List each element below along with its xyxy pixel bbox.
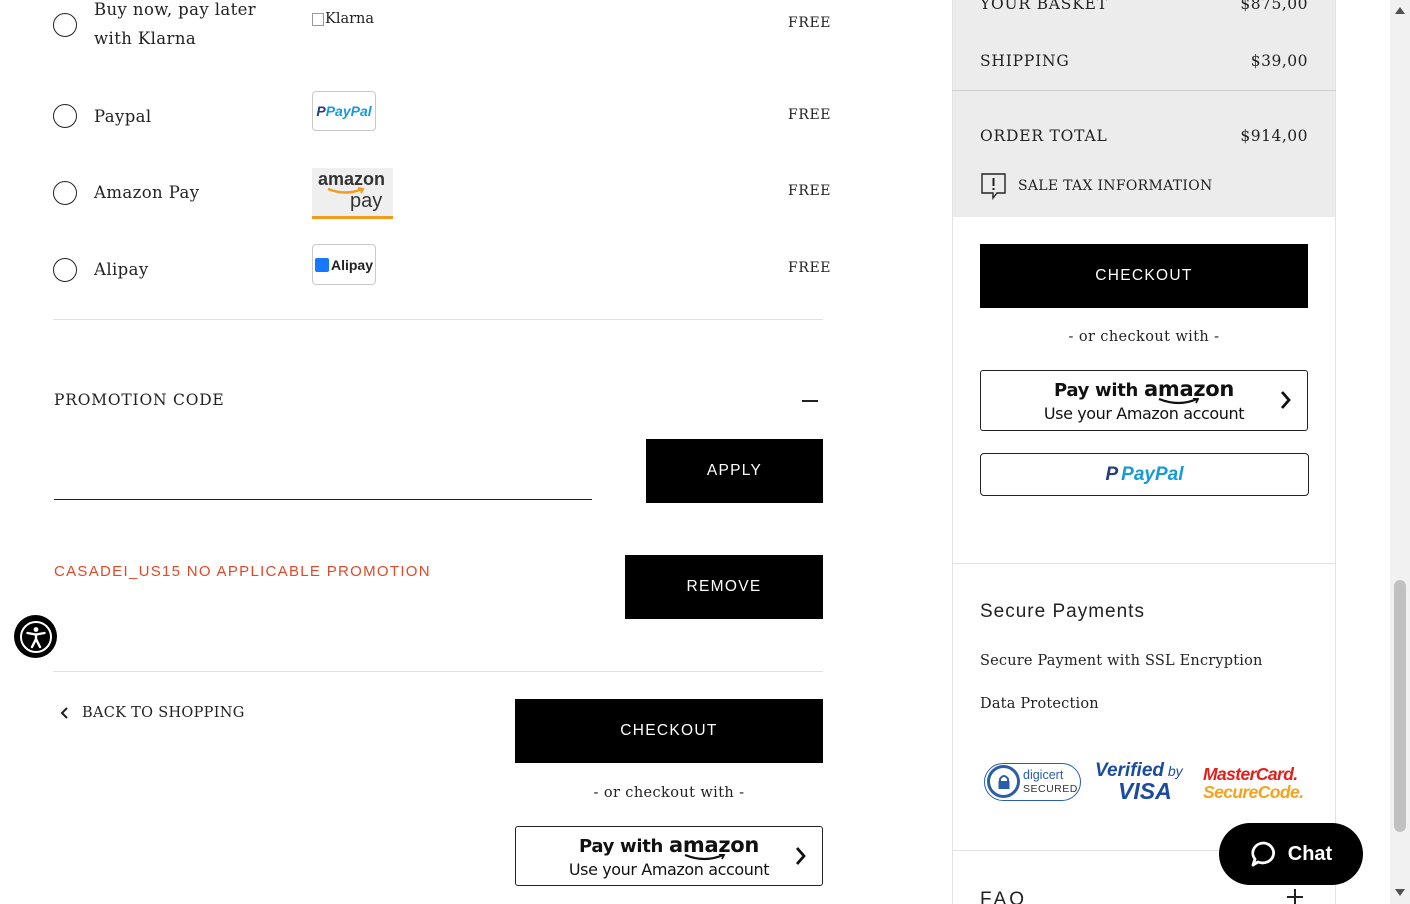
sale-tax-info-label: SALE TAX INFORMATION: [1018, 178, 1213, 194]
basket-label: YOUR BASKET: [980, 0, 1108, 13]
promotion-code-title: PROMOTION CODE: [54, 391, 225, 409]
alipay-logo: Alipay: [312, 244, 376, 285]
promotion-code-input[interactable]: [54, 456, 592, 500]
accessibility-icon: [19, 620, 52, 653]
klarna-label: Buy now, pay later with Klarna: [94, 0, 256, 53]
scrollbar-thumb[interactable]: [1394, 580, 1406, 832]
back-to-shopping-link[interactable]: BACK TO SHOPPING: [58, 705, 245, 721]
chat-button-label: Chat: [1287, 842, 1333, 865]
klarna-label-line2: with Klarna: [94, 29, 197, 48]
apply-button-label: APPLY: [706, 462, 763, 479]
faq-title: FAQ: [980, 889, 1028, 904]
paypal-price: FREE: [788, 107, 832, 123]
amazon-pay-button-line1: Pay with amazon: [578, 833, 760, 857]
scroll-up-arrow-icon[interactable]: [1394, 5, 1406, 15]
chat-button[interactable]: Chat: [1219, 823, 1363, 885]
order-total-value: $914,00: [1240, 127, 1308, 145]
digicert-text: digicert: [1023, 768, 1064, 782]
paypal-logo-text: PPayPal: [316, 103, 372, 119]
klarna-logo: Klarna: [312, 11, 374, 27]
chat-bubble-icon: [1251, 841, 1275, 867]
amazon-pay-label: Amazon Pay: [94, 183, 200, 202]
paypal-logo: PPayPal: [312, 91, 376, 131]
shipping-label: SHIPPING: [980, 52, 1070, 70]
amazon-pay-logo: amazon pay: [312, 168, 393, 219]
paypal-p-icon: P: [1105, 463, 1119, 485]
or-checkout-with-text-sidebar: - or checkout with -: [1068, 329, 1220, 345]
paypal-button-sidebar[interactable]: P PayPal: [980, 453, 1309, 496]
chevron-left-icon: [60, 707, 68, 719]
secure-payments-title: Secure Payments: [980, 601, 1145, 622]
amazon-pay-button-line2: Use your Amazon account: [568, 860, 770, 879]
paypal-button-label: PayPal: [1121, 463, 1184, 485]
radio-alipay[interactable]: [53, 258, 77, 282]
chevron-right-icon: [795, 847, 806, 865]
klarna-logo-alt: Klarna: [325, 11, 375, 27]
paypal-label: Paypal: [94, 107, 152, 126]
basket-value: $875,00: [1240, 0, 1308, 13]
amazon-pay-button-main[interactable]: Pay with amazon Use your Amazon account: [515, 826, 823, 886]
collapse-minus-icon[interactable]: [802, 400, 818, 402]
divider: [952, 90, 1336, 91]
amazon-pay-button-sidebar-line2: Use your Amazon account: [1043, 404, 1245, 423]
divider: [53, 671, 823, 672]
radio-amazon-pay[interactable]: [53, 181, 77, 205]
klarna-price: FREE: [788, 15, 832, 31]
broken-image-icon: [312, 12, 324, 26]
alipay-price: FREE: [788, 260, 832, 276]
radio-klarna[interactable]: [53, 13, 77, 37]
expand-plus-icon[interactable]: [1287, 889, 1303, 904]
verified-by-visa-badge: Verified by VISA: [1095, 760, 1183, 804]
sidebar-right-border: [1335, 0, 1336, 904]
amazon-pay-button-sidebar[interactable]: Pay with amazon Use your Amazon account: [980, 370, 1308, 431]
lock-icon: [987, 765, 1020, 798]
or-checkout-with-text: - or checkout with -: [593, 785, 745, 801]
amazon-pay-button-sidebar-line1: Pay with amazon: [1053, 377, 1235, 401]
alipay-logo-text: Alipay: [330, 256, 373, 273]
divider: [53, 319, 823, 320]
checkout-button-main-label: CHECKOUT: [620, 722, 718, 739]
apply-button[interactable]: APPLY: [646, 439, 823, 503]
order-total-label: ORDER TOTAL: [980, 127, 1108, 145]
shipping-value: $39,00: [1250, 52, 1308, 70]
digicert-secured-text: SECURED: [1023, 783, 1078, 795]
scroll-down-arrow-icon[interactable]: [1394, 888, 1406, 898]
divider: [952, 563, 1336, 564]
checkout-button-sidebar-label: CHECKOUT: [1095, 267, 1193, 284]
klarna-label-line1: Buy now, pay later: [94, 0, 257, 19]
data-protection-text: Data Protection: [980, 696, 1099, 712]
chevron-right-icon: [1280, 391, 1291, 409]
checkout-button-main[interactable]: CHECKOUT: [515, 699, 823, 763]
accessibility-button[interactable]: [14, 615, 57, 658]
sidebar-left-border: [952, 0, 953, 904]
sale-tax-info-link[interactable]: SALE TAX INFORMATION: [980, 172, 1213, 200]
ssl-encryption-text: Secure Payment with SSL Encryption: [980, 653, 1263, 669]
mastercard-securecode-badge: MasterCard. SecureCode.: [1203, 764, 1304, 802]
checkout-button-sidebar[interactable]: CHECKOUT: [980, 244, 1308, 308]
alipay-label: Alipay: [94, 260, 149, 279]
back-to-shopping-label: BACK TO SHOPPING: [82, 705, 245, 721]
promotion-status-message: CASADEI_US15 NO APPLICABLE PROMOTION: [54, 563, 431, 580]
remove-button-label: REMOVE: [686, 578, 762, 595]
alipay-icon: [314, 257, 329, 272]
info-tooltip-icon: [981, 173, 1006, 200]
amazon-pay-logo-pay: pay: [350, 190, 383, 212]
remove-button[interactable]: REMOVE: [625, 555, 823, 619]
digicert-badge: digicert SECURED: [984, 763, 1081, 801]
radio-paypal[interactable]: [53, 104, 77, 128]
amazon-pay-price: FREE: [788, 183, 832, 199]
